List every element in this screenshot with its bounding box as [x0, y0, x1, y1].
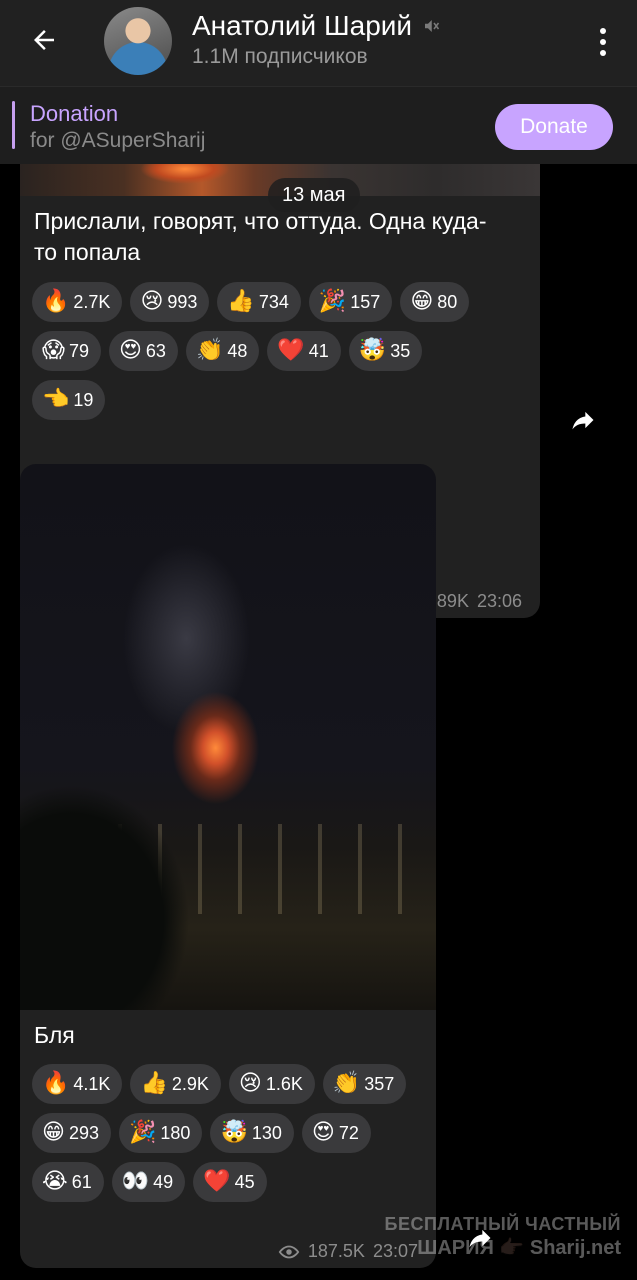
reaction-emoji-icon: 🎉 [318, 289, 347, 314]
reaction-emoji-icon: 😍 [311, 1120, 335, 1145]
reaction-count: 993 [167, 291, 198, 312]
reaction-chip[interactable]: 👀 49 [111, 1162, 186, 1202]
reaction-chip[interactable]: 😍 72 [301, 1113, 371, 1153]
reaction-chip[interactable]: 😁 293 [32, 1113, 111, 1153]
reaction-chip[interactable]: 👍 2.9K [130, 1064, 221, 1104]
reaction-chip[interactable]: 🤯 35 [348, 331, 423, 371]
reaction-emoji-icon: 😢 [238, 1071, 262, 1096]
views-count: 187.5K [307, 1241, 365, 1261]
reaction-emoji-icon: 🔥 [42, 1071, 70, 1096]
more-menu-button[interactable] [593, 24, 613, 60]
reaction-count: 63 [145, 340, 166, 361]
watermark-line1: БЕСПЛАТНЫЙ ЧАСТНЫЙ [384, 1214, 621, 1234]
reaction-chip[interactable]: 👈 19 [32, 380, 106, 420]
reaction-emoji-icon: 👏 [332, 1071, 361, 1096]
channel-info[interactable]: Анатолий Шарий 1.1M подписчиков [192, 10, 440, 69]
more-vertical-icon [600, 28, 606, 34]
muted-icon [425, 20, 440, 32]
reaction-count: 72 [338, 1122, 359, 1143]
forward-button[interactable] [565, 402, 601, 438]
reaction-chip[interactable]: 👏 48 [185, 331, 260, 371]
views-eye-icon [278, 1245, 300, 1258]
pinned-message-bar[interactable]: Donation for @ASuperSharij Donate [0, 86, 637, 164]
reaction-chip[interactable]: 🤯 130 [210, 1113, 294, 1153]
reaction-count: 19 [73, 389, 94, 410]
back-button[interactable] [26, 22, 62, 58]
reactions-list: 🔥 2.7K 😢 993 👍 734 🎉 157 😁 80 😱 79 😍 63 👏 48 ❤️ 41 🤯 35 👈 19 [32, 282, 502, 420]
reaction-count: 35 [390, 340, 411, 361]
reaction-count: 157 [350, 291, 381, 312]
reaction-chip[interactable]: 🔥 2.7K [32, 282, 123, 322]
message-time: 23:06 [476, 591, 522, 611]
reaction-emoji-icon: 😁 [410, 289, 434, 314]
message-photo[interactable] [20, 464, 436, 1010]
reaction-count: 293 [68, 1122, 99, 1143]
reaction-chip[interactable]: 👏 357 [322, 1064, 407, 1104]
reaction-chip[interactable]: ❤️ 45 [193, 1162, 267, 1202]
reaction-emoji-icon: 🔥 [42, 289, 70, 314]
subscriber-count: 1.1M подписчиков [192, 45, 368, 68]
reaction-chip[interactable]: 🎉 180 [118, 1113, 203, 1153]
message-text: Прислали, говорят, что оттуда. Одна куда… [34, 208, 487, 265]
back-arrow-icon [34, 30, 54, 50]
donate-button[interactable]: Donate [495, 104, 613, 150]
reaction-count: 1.6K [265, 1073, 303, 1094]
reaction-count: 2.9K [171, 1073, 209, 1094]
reaction-emoji-icon: 🎉 [128, 1120, 157, 1145]
reaction-chip[interactable]: 🔥 4.1K [32, 1064, 123, 1104]
channel-title: Анатолий Шарий [192, 10, 413, 41]
reaction-count: 61 [71, 1171, 92, 1192]
reaction-emoji-icon: 😭 [42, 1169, 68, 1194]
reaction-emoji-icon: 👍 [227, 289, 255, 314]
reaction-count: 130 [251, 1122, 282, 1143]
reaction-count: 41 [308, 340, 329, 361]
reaction-chip[interactable]: 😍 63 [108, 331, 178, 371]
reaction-emoji-icon: 👈 [42, 387, 70, 412]
reactions-list: 🔥 4.1K 👍 2.9K 😢 1.6K 👏 357 😁 293 🎉 180 🤯 130 😍 72 😭 61 👀 49… [32, 1064, 432, 1202]
message-list[interactable]: Прислали, говорят, что оттуда. Одна куда… [0, 164, 637, 1280]
reaction-count: 357 [364, 1073, 395, 1094]
reaction-chip[interactable]: 🎉 157 [308, 282, 393, 322]
reaction-emoji-icon: 😁 [42, 1120, 65, 1145]
channel-avatar[interactable] [104, 7, 172, 75]
reaction-emoji-icon: ❤️ [277, 338, 305, 363]
reaction-count: 48 [227, 340, 248, 361]
reaction-count: 49 [153, 1171, 174, 1192]
date-separator: 13 мая [268, 178, 360, 212]
watermark-line2: ШАРИЯ 👉🏿 Sharij.net [417, 1237, 621, 1259]
reaction-count: 4.1K [73, 1073, 111, 1094]
reaction-chip[interactable]: 😁 80 [400, 282, 470, 322]
pinned-indicator [12, 101, 15, 149]
reaction-emoji-icon: 😢 [140, 289, 164, 314]
reaction-count: 79 [68, 340, 89, 361]
reaction-chip[interactable]: 👍 734 [217, 282, 301, 322]
chat-header: Анатолий Шарий 1.1M подписчиков [0, 0, 637, 86]
reaction-chip[interactable]: 😢 1.6K [228, 1064, 315, 1104]
reaction-emoji-icon: ❤️ [203, 1169, 231, 1194]
reaction-chip[interactable]: ❤️ 41 [267, 331, 341, 371]
reaction-chip[interactable]: 😢 993 [130, 282, 210, 322]
reaction-count: 45 [234, 1171, 255, 1192]
reaction-count: 80 [437, 291, 458, 312]
reaction-count: 180 [160, 1122, 191, 1143]
reaction-chip[interactable]: 😱 79 [32, 331, 101, 371]
watermark: БЕСПЛАТНЫЙ ЧАСТНЫЙ ШАРИЯ 👉🏿 Sharij.net [385, 1212, 621, 1260]
reaction-chip[interactable]: 😭 61 [32, 1162, 104, 1202]
message-bubble[interactable]: Бля 🔥 4.1K 👍 2.9K 😢 1.6K 👏 357 😁 293 🎉 180 🤯 130 😍 72 😭 6… [20, 464, 436, 1268]
reaction-emoji-icon: 👏 [195, 338, 224, 363]
reaction-emoji-icon: 😱 [42, 338, 65, 363]
pinned-subtitle: for @ASuperSharij [30, 129, 206, 152]
reaction-emoji-icon: 🤯 [220, 1120, 248, 1145]
pinned-title: Donation [30, 101, 119, 126]
forward-icon [572, 411, 594, 430]
reaction-count: 2.7K [73, 291, 111, 312]
message-text: Бля [34, 1022, 75, 1048]
reaction-emoji-icon: 👍 [140, 1071, 168, 1096]
reaction-emoji-icon: 🤯 [358, 338, 387, 363]
reaction-emoji-icon: 👀 [121, 1169, 150, 1194]
reaction-count: 734 [258, 291, 289, 312]
reaction-emoji-icon: 😍 [118, 338, 142, 363]
